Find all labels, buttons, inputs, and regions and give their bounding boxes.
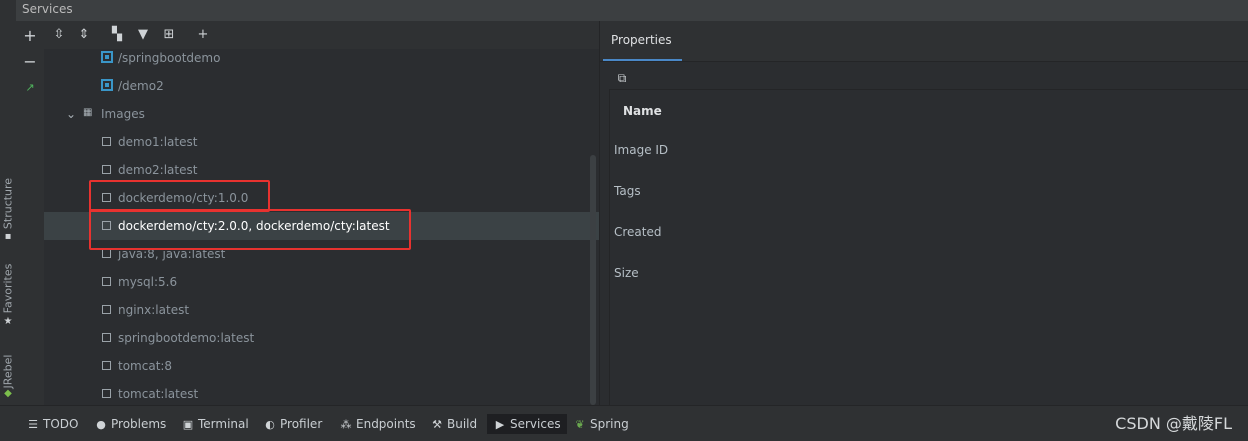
highlight-box	[89, 209, 411, 250]
tab-todo[interactable]: ☰ TODO	[26, 414, 78, 434]
filter-icon[interactable]: ▼	[134, 26, 152, 44]
properties-panel: Properties ⧉ Name Image ID Tags Created …	[600, 21, 1248, 406]
image-item[interactable]: springbootdemo:latest	[44, 324, 599, 352]
add-icon[interactable]: +	[21, 27, 39, 45]
new-tab-icon[interactable]: ⊞	[160, 26, 178, 44]
open-in-new-icon[interactable]: ↗	[21, 79, 39, 97]
add-service-icon[interactable]: +	[194, 26, 212, 44]
terminal-icon: ▣	[182, 418, 194, 431]
tree-item-container[interactable]: /demo2	[44, 72, 599, 100]
image-icon	[102, 277, 111, 286]
image-icon	[102, 389, 111, 398]
problems-icon: ●	[96, 418, 106, 431]
jrebel-icon: ◆	[4, 388, 12, 399]
images-group-icon: ▦	[83, 107, 93, 118]
endpoints-icon: ⁂	[340, 418, 352, 431]
spring-icon: ❦	[575, 418, 585, 431]
container-icon	[101, 51, 113, 63]
property-label: Image ID	[614, 143, 669, 157]
image-item[interactable]: mysql:5.6	[44, 268, 599, 296]
tree-scrollbar[interactable]	[590, 155, 596, 405]
bottom-tool-bar: ☰ TODO ● Problems ▣ Terminal ◐ Profiler ⁂ End…	[0, 405, 1248, 441]
tab-services[interactable]: ▶ Services	[487, 414, 567, 434]
tree-item-container[interactable]: /springbootdemo	[44, 44, 599, 72]
image-icon	[102, 333, 111, 342]
property-label: Created	[614, 225, 662, 239]
image-icon	[102, 305, 111, 314]
chevron-down-icon[interactable]: ⌄	[66, 107, 76, 121]
expand-all-icon[interactable]: ⇳	[50, 26, 68, 44]
image-icon	[102, 137, 111, 146]
tree-group-images[interactable]: ⌄ ▦ Images	[44, 100, 599, 128]
properties-table: Name Image ID Tags Created Size	[609, 89, 1248, 406]
tab-endpoints[interactable]: ⁂ Endpoints	[339, 414, 416, 434]
tab-profiler[interactable]: ◐ Profiler	[263, 414, 322, 434]
image-item[interactable]: tomcat:latest	[44, 380, 599, 408]
image-icon	[102, 361, 111, 370]
tab-problems[interactable]: ● Problems	[94, 414, 166, 434]
tab-properties[interactable]: Properties	[603, 21, 682, 61]
play-icon: ▶	[495, 418, 505, 431]
remove-icon[interactable]: −	[21, 53, 39, 71]
services-actions: + − ↗	[16, 21, 44, 405]
collapse-all-icon[interactable]: ⇕	[75, 26, 93, 44]
favorites-tab[interactable]: Favorites	[2, 259, 15, 319]
tab-terminal[interactable]: ▣ Terminal	[181, 414, 249, 434]
container-icon	[101, 79, 113, 91]
window-title: Services	[22, 2, 73, 16]
property-label: Size	[614, 266, 639, 280]
tab-build[interactable]: ⚒ Build	[430, 414, 477, 434]
image-item[interactable]: tomcat:8	[44, 352, 599, 380]
left-tool-stripe: Structure ▪ Favorites ★ JRebel ◆	[0, 21, 17, 405]
property-label: Tags	[614, 184, 641, 198]
copy-icon[interactable]: ⧉	[615, 71, 629, 85]
star-icon: ★	[3, 316, 13, 327]
highlight-box	[89, 180, 270, 212]
profiler-icon: ◐	[265, 418, 275, 431]
image-icon	[102, 249, 111, 258]
structure-tab[interactable]: Structure	[2, 174, 15, 234]
hammer-icon: ⚒	[432, 418, 442, 431]
list-icon: ☰	[28, 418, 38, 431]
column-header-name: Name	[623, 104, 662, 118]
image-item[interactable]: demo1:latest	[44, 128, 599, 156]
group-icon[interactable]: ▚	[108, 26, 126, 44]
image-item[interactable]: nginx:latest	[44, 296, 599, 324]
image-icon	[102, 165, 111, 174]
watermark: CSDN @戴陵FL	[1115, 414, 1232, 433]
tab-spring[interactable]: ❦ Spring	[573, 414, 628, 434]
title-bar	[0, 0, 1248, 21]
structure-icon: ▪	[4, 231, 12, 242]
properties-header: Properties	[600, 21, 1248, 62]
